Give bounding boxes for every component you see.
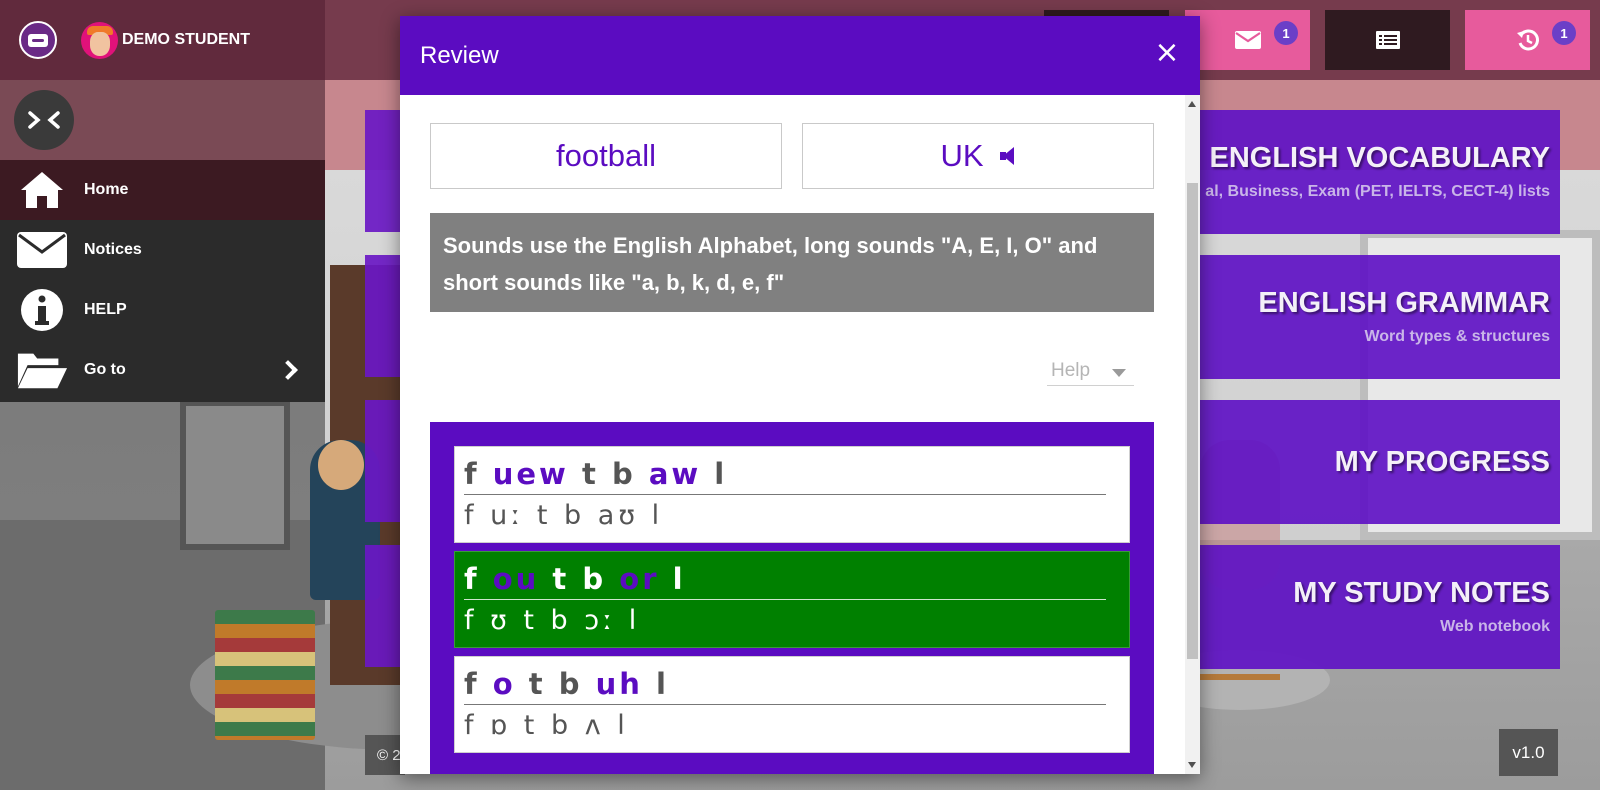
- word-display: football: [430, 123, 782, 189]
- accent-label: UK: [940, 138, 984, 173]
- card-title: ENGLISH VOCABULARY: [1209, 142, 1551, 174]
- card-subtitle: Word types & structures: [1364, 328, 1550, 345]
- help-dropdown[interactable]: Help: [1047, 360, 1134, 386]
- spelling-segment: l: [714, 457, 728, 491]
- review-modal: Review × football UK Sounds use the Engl…: [400, 16, 1200, 774]
- modal-header: Review ×: [400, 16, 1200, 95]
- spelling-segment: f: [464, 562, 480, 596]
- robot-icon: [28, 33, 48, 47]
- sidebar-item-goto[interactable]: Go to: [0, 340, 325, 400]
- spelling-segment: aw: [648, 457, 702, 491]
- sidebar-item-label: HELP: [84, 301, 127, 318]
- spelling-segment: t: [528, 667, 546, 701]
- card-title: MY PROGRESS: [1334, 446, 1550, 478]
- close-icon[interactable]: ×: [1154, 38, 1180, 68]
- background-window: [180, 400, 290, 550]
- scroll-up-icon[interactable]: [1188, 101, 1196, 107]
- spelling-segment: uh: [595, 667, 643, 701]
- spelling-segment: o: [492, 667, 516, 701]
- spelling-segment: b: [582, 562, 607, 596]
- history-icon: [1516, 29, 1539, 51]
- spelling-segment: t: [552, 562, 570, 596]
- sidebar-item-notices[interactable]: Notices: [0, 220, 325, 280]
- option-spelling: f ou t b or l: [464, 562, 1106, 600]
- option-ipa: f ɒ t b ʌ l: [464, 710, 629, 741]
- card-my-study-notes[interactable]: MY STUDY NOTES Web notebook: [1195, 545, 1560, 669]
- spelling-segment: b: [558, 667, 583, 701]
- option-ipa: f ʊ t b ɔː l: [464, 605, 641, 636]
- sidebar-item-label: Notices: [84, 241, 142, 258]
- envelope-icon: [1234, 31, 1261, 49]
- pronunciation-button[interactable]: UK: [802, 123, 1154, 189]
- envelope-icon: [16, 227, 68, 273]
- spelling-segment: l: [672, 562, 686, 596]
- chevron-right-icon: [278, 360, 298, 380]
- option-spelling: f uew t b aw l: [464, 457, 1106, 495]
- answer-option[interactable]: f uew t b aw l f uː t b aʊ l: [454, 446, 1130, 543]
- home-icon: [16, 167, 68, 213]
- spelling-segment: f: [464, 457, 480, 491]
- spelling-segment: ou: [492, 562, 540, 596]
- info-icon: [16, 287, 68, 333]
- list-view-button[interactable]: [1325, 10, 1450, 70]
- version-badge: v1.0: [1499, 729, 1558, 776]
- sidebar-item-label: Go to: [84, 361, 126, 378]
- card-english-vocabulary[interactable]: ENGLISH VOCABULARY al, Business, Exam (P…: [1195, 110, 1560, 234]
- answer-option[interactable]: f o t b uh l f ɒ t b ʌ l: [454, 656, 1130, 753]
- modal-title: Review: [420, 42, 499, 69]
- card-title: MY STUDY NOTES: [1293, 577, 1550, 609]
- sidebar-item-home[interactable]: Home: [0, 160, 325, 220]
- instruction-text: Sounds use the English Alphabet, long so…: [430, 213, 1154, 312]
- speaker-icon: [999, 147, 1016, 165]
- card-my-progress[interactable]: MY PROGRESS: [1195, 400, 1560, 524]
- background-student-head: [318, 440, 364, 490]
- spelling-segment: or: [619, 562, 660, 596]
- option-ipa: f uː t b aʊ l: [464, 500, 664, 531]
- card-english-grammar[interactable]: ENGLISH GRAMMAR Word types & structures: [1195, 255, 1560, 379]
- avatar[interactable]: [81, 22, 118, 59]
- messages-badge: 1: [1274, 21, 1298, 45]
- messages-button[interactable]: 1: [1185, 10, 1310, 70]
- card-subtitle: Web notebook: [1440, 618, 1550, 635]
- list-icon: [1375, 31, 1400, 49]
- folder-open-icon: [16, 347, 68, 393]
- history-button[interactable]: 1: [1465, 10, 1590, 70]
- option-spelling: f o t b uh l: [464, 667, 1106, 705]
- answer-options: f uew t b aw l f uː t b aʊ l f ou t b or…: [430, 422, 1154, 774]
- spelling-segment: uew: [492, 457, 569, 491]
- scrollbar-thumb[interactable]: [1187, 183, 1198, 659]
- scroll-down-icon[interactable]: [1188, 762, 1196, 768]
- history-badge: 1: [1552, 21, 1576, 45]
- spelling-segment: t: [581, 457, 599, 491]
- card-subtitle: al, Business, Exam (PET, IELTS, CECT-4) …: [1205, 183, 1550, 200]
- collapse-menu-button[interactable]: [14, 90, 74, 150]
- app-logo[interactable]: [19, 21, 57, 59]
- spelling-segment: b: [611, 457, 636, 491]
- spelling-segment: f: [464, 667, 480, 701]
- collapse-arrows-icon: [28, 111, 60, 129]
- spelling-segment: l: [656, 667, 669, 701]
- answer-option[interactable]: f ou t b or l f ʊ t b ɔː l: [454, 551, 1130, 648]
- avatar-face: [89, 31, 110, 56]
- modal-body: football UK Sounds use the English Alpha…: [400, 95, 1185, 774]
- sidebar-item-help[interactable]: HELP: [0, 280, 325, 340]
- caret-down-icon: [1112, 369, 1126, 377]
- side-menu: Home Notices HELP Go to: [0, 160, 325, 402]
- user-name[interactable]: DEMO STUDENT: [122, 31, 250, 49]
- modal-scrollbar[interactable]: [1185, 95, 1200, 774]
- help-dropdown-value: Help: [1051, 360, 1091, 381]
- card-title: ENGLISH GRAMMAR: [1258, 287, 1550, 319]
- background-books: [215, 610, 315, 740]
- copyright-text: © 2: [365, 735, 405, 775]
- sidebar-item-label: Home: [84, 181, 129, 198]
